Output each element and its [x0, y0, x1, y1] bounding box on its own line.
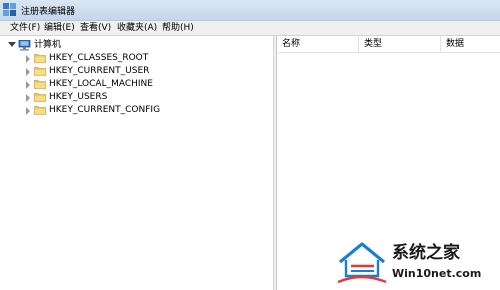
window-title: 注册表编辑器 — [21, 7, 76, 17]
watermark-logo: 系统之家 Win10net.com — [337, 242, 481, 284]
tree-item-computer[interactable]: 计算机 — [3, 39, 83, 52]
menu-file[interactable]: 文件(F) — [8, 22, 42, 34]
tree-label: HKEY_CLASSES_ROOT — [49, 53, 149, 63]
logo-house-icon — [337, 242, 387, 284]
menu-view[interactable]: 查看(V) — [78, 22, 113, 34]
watermark-brand: 系统之家 — [392, 242, 460, 263]
menu-bar: 文件(F) 编辑(E) 查看(V) 收藏夹(A) 帮助(H) — [0, 21, 500, 36]
collapsed-arrow-icon[interactable] — [26, 81, 30, 89]
folder-icon — [34, 67, 46, 76]
column-header-type[interactable]: 类型 — [359, 36, 441, 52]
main-content: 计算机 HKEY_CLASSES_ROOT HKEY_CURRENT_USER — [0, 36, 500, 290]
tree-item-hklm[interactable]: HKEY_LOCAL_MACHINE — [3, 78, 203, 91]
tree-label: HKEY_CURRENT_CONFIG — [49, 105, 161, 115]
collapsed-arrow-icon[interactable] — [26, 107, 30, 115]
key-tree-pane[interactable]: 计算机 HKEY_CLASSES_ROOT HKEY_CURRENT_USER — [3, 36, 274, 290]
column-header-data[interactable]: 数据 — [441, 36, 500, 52]
folder-icon — [34, 80, 46, 89]
tree-label-computer: 计算机 — [34, 40, 62, 50]
tree-item-hkcu[interactable]: HKEY_CURRENT_USER — [3, 65, 203, 78]
folder-icon — [34, 54, 46, 63]
column-header-name[interactable]: 名称 — [277, 36, 359, 52]
watermark-site: Win10net.com — [392, 267, 481, 280]
menu-help[interactable]: 帮助(H) — [160, 22, 196, 34]
tree-item-hku[interactable]: HKEY_USERS — [3, 91, 203, 104]
menu-edit[interactable]: 编辑(E) — [42, 22, 77, 34]
registry-editor-icon — [3, 3, 16, 16]
expanded-arrow-icon[interactable] — [8, 42, 16, 47]
tree-label: HKEY_CURRENT_USER — [49, 66, 150, 76]
collapsed-arrow-icon[interactable] — [26, 94, 30, 102]
collapsed-arrow-icon[interactable] — [26, 68, 30, 76]
tree-item-hkcc[interactable]: HKEY_CURRENT_CONFIG — [3, 104, 203, 117]
tree-label: HKEY_LOCAL_MACHINE — [49, 79, 153, 89]
tree-item-hkcr[interactable]: HKEY_CLASSES_ROOT — [3, 52, 203, 65]
folder-icon — [34, 93, 46, 102]
list-header: 名称 类型 数据 — [277, 36, 500, 53]
computer-icon — [18, 40, 31, 51]
tree-label: HKEY_USERS — [49, 92, 108, 102]
collapsed-arrow-icon[interactable] — [26, 55, 30, 63]
registry-editor-window: 注册表编辑器 文件(F) 编辑(E) 查看(V) 收藏夹(A) 帮助(H) 计算… — [0, 0, 500, 290]
menu-favorites[interactable]: 收藏夹(A) — [115, 22, 159, 34]
folder-icon — [34, 106, 46, 115]
title-bar[interactable]: 注册表编辑器 — [0, 0, 500, 21]
